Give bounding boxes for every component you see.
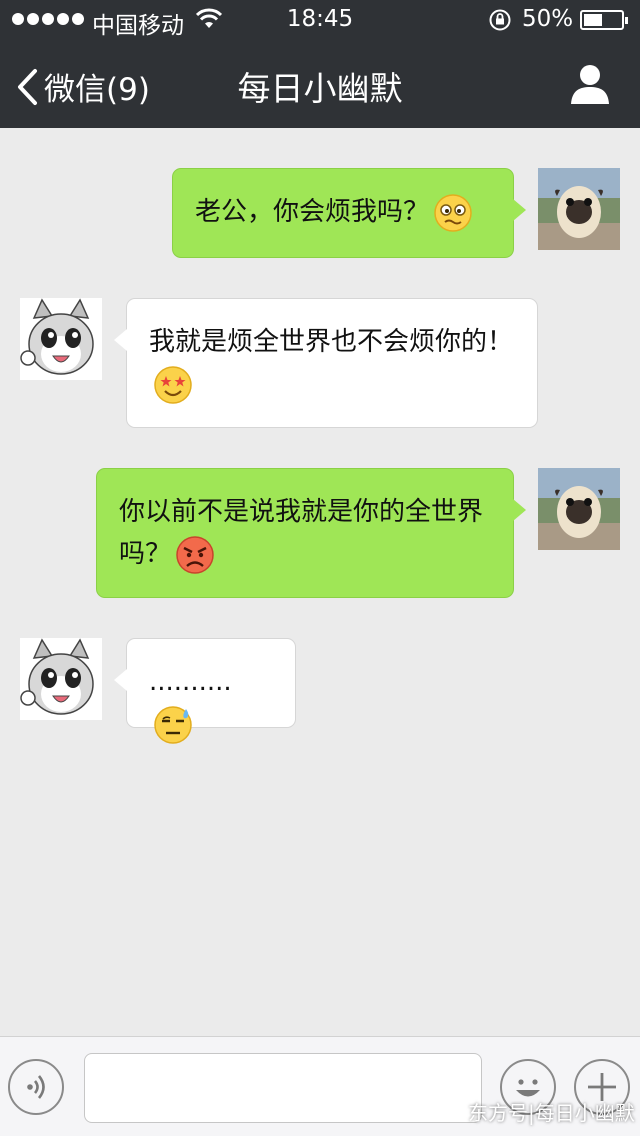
message-bubble-incoming[interactable]: 我就是烦全世界也不会烦你的！ (114, 298, 538, 428)
watermark: 东方号|每日小幽默 (468, 1101, 635, 1125)
rotation-lock-icon (489, 9, 511, 31)
starry-eyed-face-emoji (154, 365, 192, 404)
battery-percent: 50% (522, 6, 574, 32)
battery-icon (580, 10, 628, 30)
cat-avatar-image (20, 298, 102, 380)
status-bar: 中国移动 18:45 50% (0, 0, 640, 40)
message-input[interactable] (84, 1053, 482, 1123)
avatar-pug[interactable] (538, 468, 620, 550)
navigation-bar: 微信(9) 每日小幽默 (0, 40, 640, 128)
angry-face-emoji (176, 535, 214, 574)
pug-avatar-image (538, 468, 620, 550)
cat-avatar-image (20, 638, 102, 720)
pug-avatar-image (538, 168, 620, 250)
chat-title: 每日小幽默 (237, 69, 403, 108)
message-text: 我就是烦全世界也不会烦你的！ (149, 327, 514, 357)
message-bubble-incoming[interactable]: .......... (114, 638, 296, 744)
worried-face-emoji (434, 193, 472, 232)
voice-input-button[interactable] (8, 1059, 64, 1115)
message-bubble-outgoing[interactable]: 老公，你会烦我吗？ (172, 168, 526, 258)
message-bubble-outgoing[interactable]: 你以前不是说我就是你的全世界吗？ (96, 468, 526, 598)
sweat-face-emoji (154, 705, 192, 744)
person-icon[interactable] (566, 60, 614, 108)
avatar-cat[interactable] (20, 638, 102, 720)
avatar-cat[interactable] (20, 298, 102, 380)
message-text: .......... (149, 667, 232, 697)
voice-icon (27, 1075, 45, 1099)
message-text: 老公，你会烦我吗？ (195, 197, 430, 227)
avatar-pug[interactable] (538, 168, 620, 250)
message-text: 你以前不是说我就是你的全世界吗？ (119, 497, 484, 569)
top-bar: 中国移动 18:45 50% 微信(9) 每日小幽默 (0, 0, 640, 128)
